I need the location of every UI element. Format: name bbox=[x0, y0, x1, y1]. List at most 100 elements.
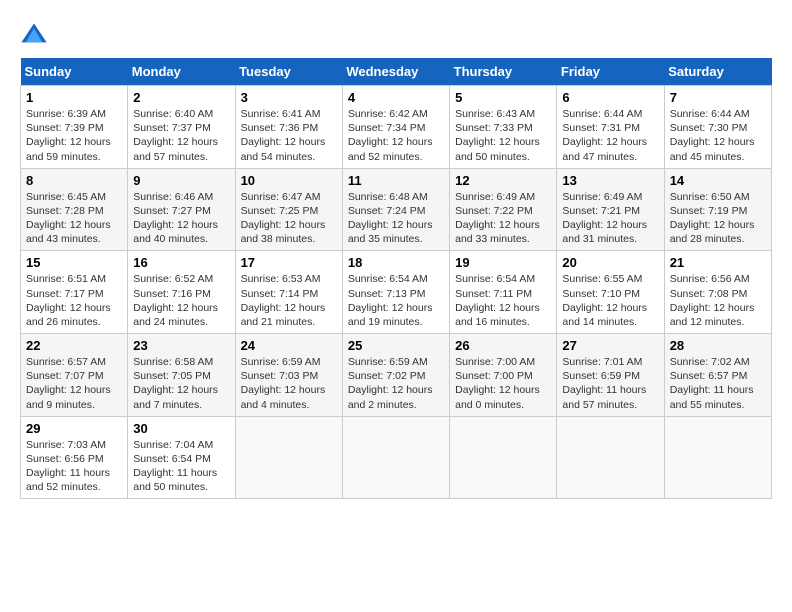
calendar-week-row: 22 Sunrise: 6:57 AMSunset: 7:07 PMDayligh… bbox=[21, 334, 772, 417]
day-number: 8 bbox=[26, 173, 122, 188]
day-number: 17 bbox=[241, 255, 337, 270]
day-number: 16 bbox=[133, 255, 229, 270]
calendar-cell: 15 Sunrise: 6:51 AMSunset: 7:17 PMDayligh… bbox=[21, 251, 128, 334]
day-info: Sunrise: 6:50 AMSunset: 7:19 PMDaylight:… bbox=[670, 190, 766, 247]
day-info: Sunrise: 6:53 AMSunset: 7:14 PMDaylight:… bbox=[241, 272, 337, 329]
day-info: Sunrise: 7:00 AMSunset: 7:00 PMDaylight:… bbox=[455, 355, 551, 412]
calendar-cell: 5 Sunrise: 6:43 AMSunset: 7:33 PMDaylight… bbox=[450, 86, 557, 169]
day-number: 5 bbox=[455, 90, 551, 105]
column-header-thursday: Thursday bbox=[450, 58, 557, 86]
calendar-cell: 22 Sunrise: 6:57 AMSunset: 7:07 PMDayligh… bbox=[21, 334, 128, 417]
calendar-week-row: 29 Sunrise: 7:03 AMSunset: 6:56 PMDayligh… bbox=[21, 416, 772, 499]
day-info: Sunrise: 6:54 AMSunset: 7:13 PMDaylight:… bbox=[348, 272, 444, 329]
calendar-cell bbox=[450, 416, 557, 499]
column-header-saturday: Saturday bbox=[664, 58, 771, 86]
day-info: Sunrise: 6:56 AMSunset: 7:08 PMDaylight:… bbox=[670, 272, 766, 329]
day-info: Sunrise: 6:47 AMSunset: 7:25 PMDaylight:… bbox=[241, 190, 337, 247]
day-number: 19 bbox=[455, 255, 551, 270]
calendar-cell: 25 Sunrise: 6:59 AMSunset: 7:02 PMDayligh… bbox=[342, 334, 449, 417]
column-header-monday: Monday bbox=[128, 58, 235, 86]
day-info: Sunrise: 6:40 AMSunset: 7:37 PMDaylight:… bbox=[133, 107, 229, 164]
day-number: 24 bbox=[241, 338, 337, 353]
calendar-cell: 18 Sunrise: 6:54 AMSunset: 7:13 PMDayligh… bbox=[342, 251, 449, 334]
day-info: Sunrise: 6:55 AMSunset: 7:10 PMDaylight:… bbox=[562, 272, 658, 329]
calendar-cell: 30Sunrise: 7:04 AMSunset: 6:54 PMDayligh… bbox=[128, 416, 235, 499]
day-info: Sunrise: 6:54 AMSunset: 7:11 PMDaylight:… bbox=[455, 272, 551, 329]
day-info: Sunrise: 7:03 AMSunset: 6:56 PMDaylight:… bbox=[26, 438, 122, 495]
page-header bbox=[20, 20, 772, 48]
calendar-week-row: 15 Sunrise: 6:51 AMSunset: 7:17 PMDayligh… bbox=[21, 251, 772, 334]
day-info: Sunrise: 6:59 AMSunset: 7:02 PMDaylight:… bbox=[348, 355, 444, 412]
day-number: 7 bbox=[670, 90, 766, 105]
day-number: 29 bbox=[26, 421, 122, 436]
day-info: Sunrise: 6:48 AMSunset: 7:24 PMDaylight:… bbox=[348, 190, 444, 247]
day-number: 4 bbox=[348, 90, 444, 105]
day-number: 3 bbox=[241, 90, 337, 105]
day-number: 14 bbox=[670, 173, 766, 188]
calendar-cell: 3Sunrise: 6:41 AMSunset: 7:36 PMDaylight… bbox=[235, 86, 342, 169]
calendar-cell: 9 Sunrise: 6:46 AMSunset: 7:27 PMDaylight… bbox=[128, 168, 235, 251]
calendar-cell: 10 Sunrise: 6:47 AMSunset: 7:25 PMDayligh… bbox=[235, 168, 342, 251]
day-number: 25 bbox=[348, 338, 444, 353]
calendar-cell bbox=[557, 416, 664, 499]
calendar-cell: 20 Sunrise: 6:55 AMSunset: 7:10 PMDayligh… bbox=[557, 251, 664, 334]
calendar-cell: 21 Sunrise: 6:56 AMSunset: 7:08 PMDayligh… bbox=[664, 251, 771, 334]
column-header-friday: Friday bbox=[557, 58, 664, 86]
column-header-sunday: Sunday bbox=[21, 58, 128, 86]
calendar-cell: 23 Sunrise: 6:58 AMSunset: 7:05 PMDayligh… bbox=[128, 334, 235, 417]
day-info: Sunrise: 6:43 AMSunset: 7:33 PMDaylight:… bbox=[455, 107, 551, 164]
day-number: 11 bbox=[348, 173, 444, 188]
day-number: 21 bbox=[670, 255, 766, 270]
column-header-wednesday: Wednesday bbox=[342, 58, 449, 86]
calendar-cell: 19 Sunrise: 6:54 AMSunset: 7:11 PMDayligh… bbox=[450, 251, 557, 334]
calendar-cell: 27 Sunrise: 7:01 AMSunset: 6:59 PMDayligh… bbox=[557, 334, 664, 417]
day-info: Sunrise: 6:51 AMSunset: 7:17 PMDaylight:… bbox=[26, 272, 122, 329]
calendar-week-row: 1 Sunrise: 6:39 AMSunset: 7:39 PMDaylight… bbox=[21, 86, 772, 169]
calendar-cell: 7 Sunrise: 6:44 AMSunset: 7:30 PMDaylight… bbox=[664, 86, 771, 169]
logo bbox=[20, 20, 52, 48]
day-number: 2 bbox=[133, 90, 229, 105]
day-info: Sunrise: 6:52 AMSunset: 7:16 PMDaylight:… bbox=[133, 272, 229, 329]
day-number: 26 bbox=[455, 338, 551, 353]
calendar-cell bbox=[342, 416, 449, 499]
calendar-week-row: 8Sunrise: 6:45 AMSunset: 7:28 PMDaylight… bbox=[21, 168, 772, 251]
calendar-cell: 17 Sunrise: 6:53 AMSunset: 7:14 PMDayligh… bbox=[235, 251, 342, 334]
day-number: 6 bbox=[562, 90, 658, 105]
day-number: 27 bbox=[562, 338, 658, 353]
day-number: 1 bbox=[26, 90, 122, 105]
calendar-cell: 2 Sunrise: 6:40 AMSunset: 7:37 PMDaylight… bbox=[128, 86, 235, 169]
day-info: Sunrise: 6:57 AMSunset: 7:07 PMDaylight:… bbox=[26, 355, 122, 412]
column-header-tuesday: Tuesday bbox=[235, 58, 342, 86]
day-info: Sunrise: 7:04 AMSunset: 6:54 PMDaylight:… bbox=[133, 438, 229, 495]
day-number: 23 bbox=[133, 338, 229, 353]
day-info: Sunrise: 6:44 AMSunset: 7:31 PMDaylight:… bbox=[562, 107, 658, 164]
calendar-cell: 14 Sunrise: 6:50 AMSunset: 7:19 PMDayligh… bbox=[664, 168, 771, 251]
day-number: 9 bbox=[133, 173, 229, 188]
day-info: Sunrise: 6:44 AMSunset: 7:30 PMDaylight:… bbox=[670, 107, 766, 164]
day-number: 18 bbox=[348, 255, 444, 270]
calendar-cell: 28 Sunrise: 7:02 AMSunset: 6:57 PMDayligh… bbox=[664, 334, 771, 417]
day-number: 20 bbox=[562, 255, 658, 270]
day-info: Sunrise: 7:01 AMSunset: 6:59 PMDaylight:… bbox=[562, 355, 658, 412]
day-number: 22 bbox=[26, 338, 122, 353]
calendar-cell: 26 Sunrise: 7:00 AMSunset: 7:00 PMDayligh… bbox=[450, 334, 557, 417]
calendar-cell: 16 Sunrise: 6:52 AMSunset: 7:16 PMDayligh… bbox=[128, 251, 235, 334]
calendar-cell: 6 Sunrise: 6:44 AMSunset: 7:31 PMDaylight… bbox=[557, 86, 664, 169]
day-info: Sunrise: 6:46 AMSunset: 7:27 PMDaylight:… bbox=[133, 190, 229, 247]
day-number: 28 bbox=[670, 338, 766, 353]
day-number: 13 bbox=[562, 173, 658, 188]
day-info: Sunrise: 7:02 AMSunset: 6:57 PMDaylight:… bbox=[670, 355, 766, 412]
day-number: 15 bbox=[26, 255, 122, 270]
day-number: 12 bbox=[455, 173, 551, 188]
calendar-cell: 4 Sunrise: 6:42 AMSunset: 7:34 PMDaylight… bbox=[342, 86, 449, 169]
day-info: Sunrise: 6:39 AMSunset: 7:39 PMDaylight:… bbox=[26, 107, 122, 164]
calendar-cell: 24 Sunrise: 6:59 AMSunset: 7:03 PMDayligh… bbox=[235, 334, 342, 417]
day-info: Sunrise: 6:58 AMSunset: 7:05 PMDaylight:… bbox=[133, 355, 229, 412]
day-info: Sunrise: 6:42 AMSunset: 7:34 PMDaylight:… bbox=[348, 107, 444, 164]
calendar-cell: 29 Sunrise: 7:03 AMSunset: 6:56 PMDayligh… bbox=[21, 416, 128, 499]
day-number: 10 bbox=[241, 173, 337, 188]
calendar-cell bbox=[235, 416, 342, 499]
calendar-table: SundayMondayTuesdayWednesdayThursdayFrid… bbox=[20, 58, 772, 499]
logo-icon bbox=[20, 20, 48, 48]
day-info: Sunrise: 6:59 AMSunset: 7:03 PMDaylight:… bbox=[241, 355, 337, 412]
